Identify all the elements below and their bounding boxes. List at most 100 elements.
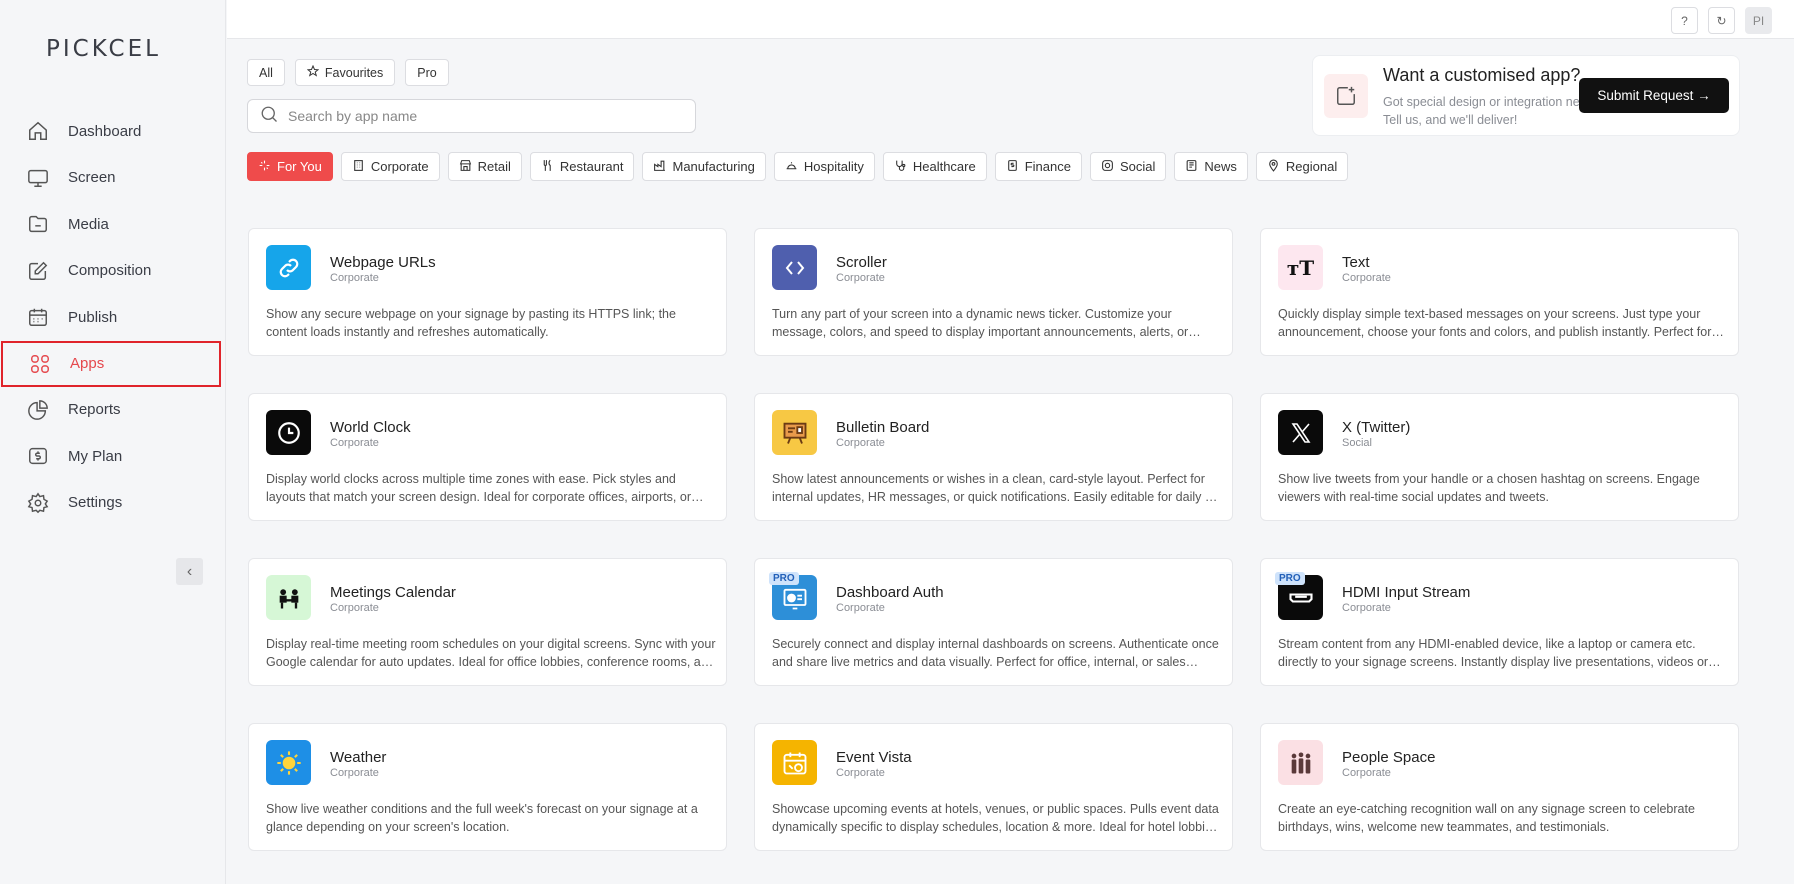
sidebar-item-label: Apps (70, 355, 105, 372)
filter-all[interactable]: All (247, 59, 285, 86)
app-card-bulletin-board[interactable]: Bulletin Board Corporate Show latest ann… (754, 393, 1233, 521)
category-regional[interactable]: Regional (1255, 152, 1349, 181)
app-card-webpage-urls[interactable]: Webpage URLs Corporate Show any secure w… (248, 228, 727, 356)
category-hospitality[interactable]: Hospitality (773, 152, 875, 181)
app-card-scroller[interactable]: Scroller Corporate Turn any part of your… (754, 228, 1233, 356)
pro-badge: PRO (769, 572, 799, 585)
clock-icon (266, 410, 311, 455)
app-card-dashboard-auth[interactable]: PRO Dashboard Auth Corporate Securely co… (754, 558, 1233, 686)
sidebar-item-apps[interactable]: Apps (1, 340, 221, 387)
edit-icon (26, 259, 50, 283)
category-finance[interactable]: Finance (994, 152, 1082, 181)
app-name: Dashboard Auth (836, 584, 944, 601)
app-name: Event Vista (836, 749, 912, 766)
filter-all-label: All (259, 65, 273, 80)
submit-request-button[interactable]: Submit Request → (1579, 78, 1729, 113)
app-name: Scroller (836, 254, 887, 271)
app-category: Corporate (330, 437, 379, 449)
home-icon (26, 119, 50, 143)
sidebar-item-my-plan[interactable]: My Plan (0, 433, 226, 479)
app-category: Corporate (1342, 602, 1391, 614)
plan-icon (26, 444, 50, 468)
sidebar-item-media[interactable]: Media (0, 201, 226, 247)
filter-favourites-label: Favourites (324, 65, 384, 80)
custom-app-promo: Want a customised app? Got special desig… (1312, 55, 1740, 136)
app-name: HDMI Input Stream (1342, 584, 1471, 601)
category-label: Restaurant (559, 159, 624, 174)
sidebar-item-settings[interactable]: Settings (0, 480, 226, 526)
filter-chips: All Favourites Pro (247, 59, 449, 86)
filter-pro-label: Pro (417, 65, 437, 80)
sidebar-item-screen[interactable]: Screen (0, 155, 226, 201)
help-button[interactable]: ? (1671, 7, 1698, 34)
app-description: Quickly display simple text-based messag… (1278, 307, 1712, 339)
search-icon (260, 105, 278, 128)
app-name: Webpage URLs (330, 254, 436, 271)
code-brackets-icon (772, 245, 817, 290)
app-description: Securely connect and display internal da… (772, 637, 1219, 669)
user-avatar[interactable]: PI (1745, 7, 1772, 34)
building-icon (352, 159, 365, 175)
category-manufacturing[interactable]: Manufacturing (642, 152, 766, 181)
promo-title: Want a customised app? (1383, 65, 1581, 85)
app-category: Corporate (1342, 767, 1391, 779)
sidebar-item-label: Reports (68, 401, 121, 418)
search-input[interactable] (288, 108, 678, 124)
category-news[interactable]: News (1174, 152, 1248, 181)
app-category: Corporate (836, 767, 885, 779)
app-category: Corporate (1342, 272, 1391, 284)
app-card-people-space[interactable]: People Space Corporate Create an eye-cat… (1260, 723, 1739, 851)
app-card-hdmi-input-stream[interactable]: PRO HDMI Input Stream Corporate Stream c… (1260, 558, 1739, 686)
star-icon (306, 64, 320, 80)
app-card-x-twitter[interactable]: X (Twitter) Social Show live tweets from… (1260, 393, 1739, 521)
filter-favourites[interactable]: Favourites (294, 59, 396, 86)
category-label: Hospitality (803, 159, 864, 174)
category-label: Social (1119, 159, 1156, 174)
refresh-button[interactable]: ↻ (1708, 7, 1735, 34)
calendar-icon (26, 305, 50, 329)
app-category: Corporate (836, 437, 885, 449)
category-label: Finance (1024, 159, 1071, 174)
app-card-text[interactable]: тT Text Corporate Quickly display simple… (1260, 228, 1739, 356)
sidebar-item-label: Settings (68, 494, 123, 511)
app-description: Display real-time meeting room schedules… (266, 637, 716, 669)
app-name: World Clock (330, 419, 411, 436)
category-label: Corporate (370, 159, 429, 174)
sidebar-item-label: Media (68, 215, 109, 233)
app-card-world-clock[interactable]: World Clock Corporate Display world cloc… (248, 393, 727, 521)
pro-badge: PRO (1275, 572, 1305, 585)
category-label: Regional (1285, 159, 1338, 174)
chevron-left-icon: ‹ (186, 562, 193, 580)
finance-icon (1006, 159, 1019, 175)
app-description: Show latest announcements or wishes in a… (772, 472, 1216, 504)
category-restaurant[interactable]: Restaurant (529, 152, 635, 181)
app-card-weather[interactable]: Weather Corporate Show live weather cond… (248, 723, 727, 851)
category-retail[interactable]: Retail (447, 152, 522, 181)
sidebar-collapse-button[interactable]: ‹ (176, 558, 203, 585)
sidebar-item-label: Dashboard (68, 122, 142, 140)
category-tabs: For You Corporate Retail Restaurant Manu… (247, 152, 1349, 181)
app-name: Weather (330, 749, 387, 766)
app-name: Bulletin Board (836, 419, 930, 436)
category-social[interactable]: Social (1089, 152, 1167, 181)
sidebar-item-publish[interactable]: Publish (0, 294, 226, 340)
filter-pro[interactable]: Pro (405, 59, 449, 86)
app-category: Corporate (836, 272, 885, 284)
category-corporate[interactable]: Corporate (340, 152, 440, 181)
category-for-you[interactable]: For You (247, 152, 333, 181)
gear-icon (26, 491, 50, 515)
app-name: People Space (1342, 749, 1436, 766)
newspaper-icon (1185, 159, 1198, 175)
app-category: Corporate (330, 602, 379, 614)
app-category: Corporate (330, 272, 379, 284)
category-healthcare[interactable]: Healthcare (882, 152, 987, 181)
sidebar-item-composition[interactable]: Composition (0, 248, 226, 294)
sidebar-item-label: Screen (68, 169, 116, 186)
monitor-icon (26, 166, 50, 190)
sidebar-item-reports[interactable]: Reports (0, 387, 226, 433)
x-logo-icon (1278, 410, 1323, 455)
category-label: Retail (477, 159, 511, 174)
app-card-meetings-calendar[interactable]: Meetings Calendar Corporate Display real… (248, 558, 727, 686)
sidebar-item-dashboard[interactable]: Dashboard (0, 108, 226, 154)
app-card-event-vista[interactable]: Event Vista Corporate Showcase upcoming … (754, 723, 1233, 851)
